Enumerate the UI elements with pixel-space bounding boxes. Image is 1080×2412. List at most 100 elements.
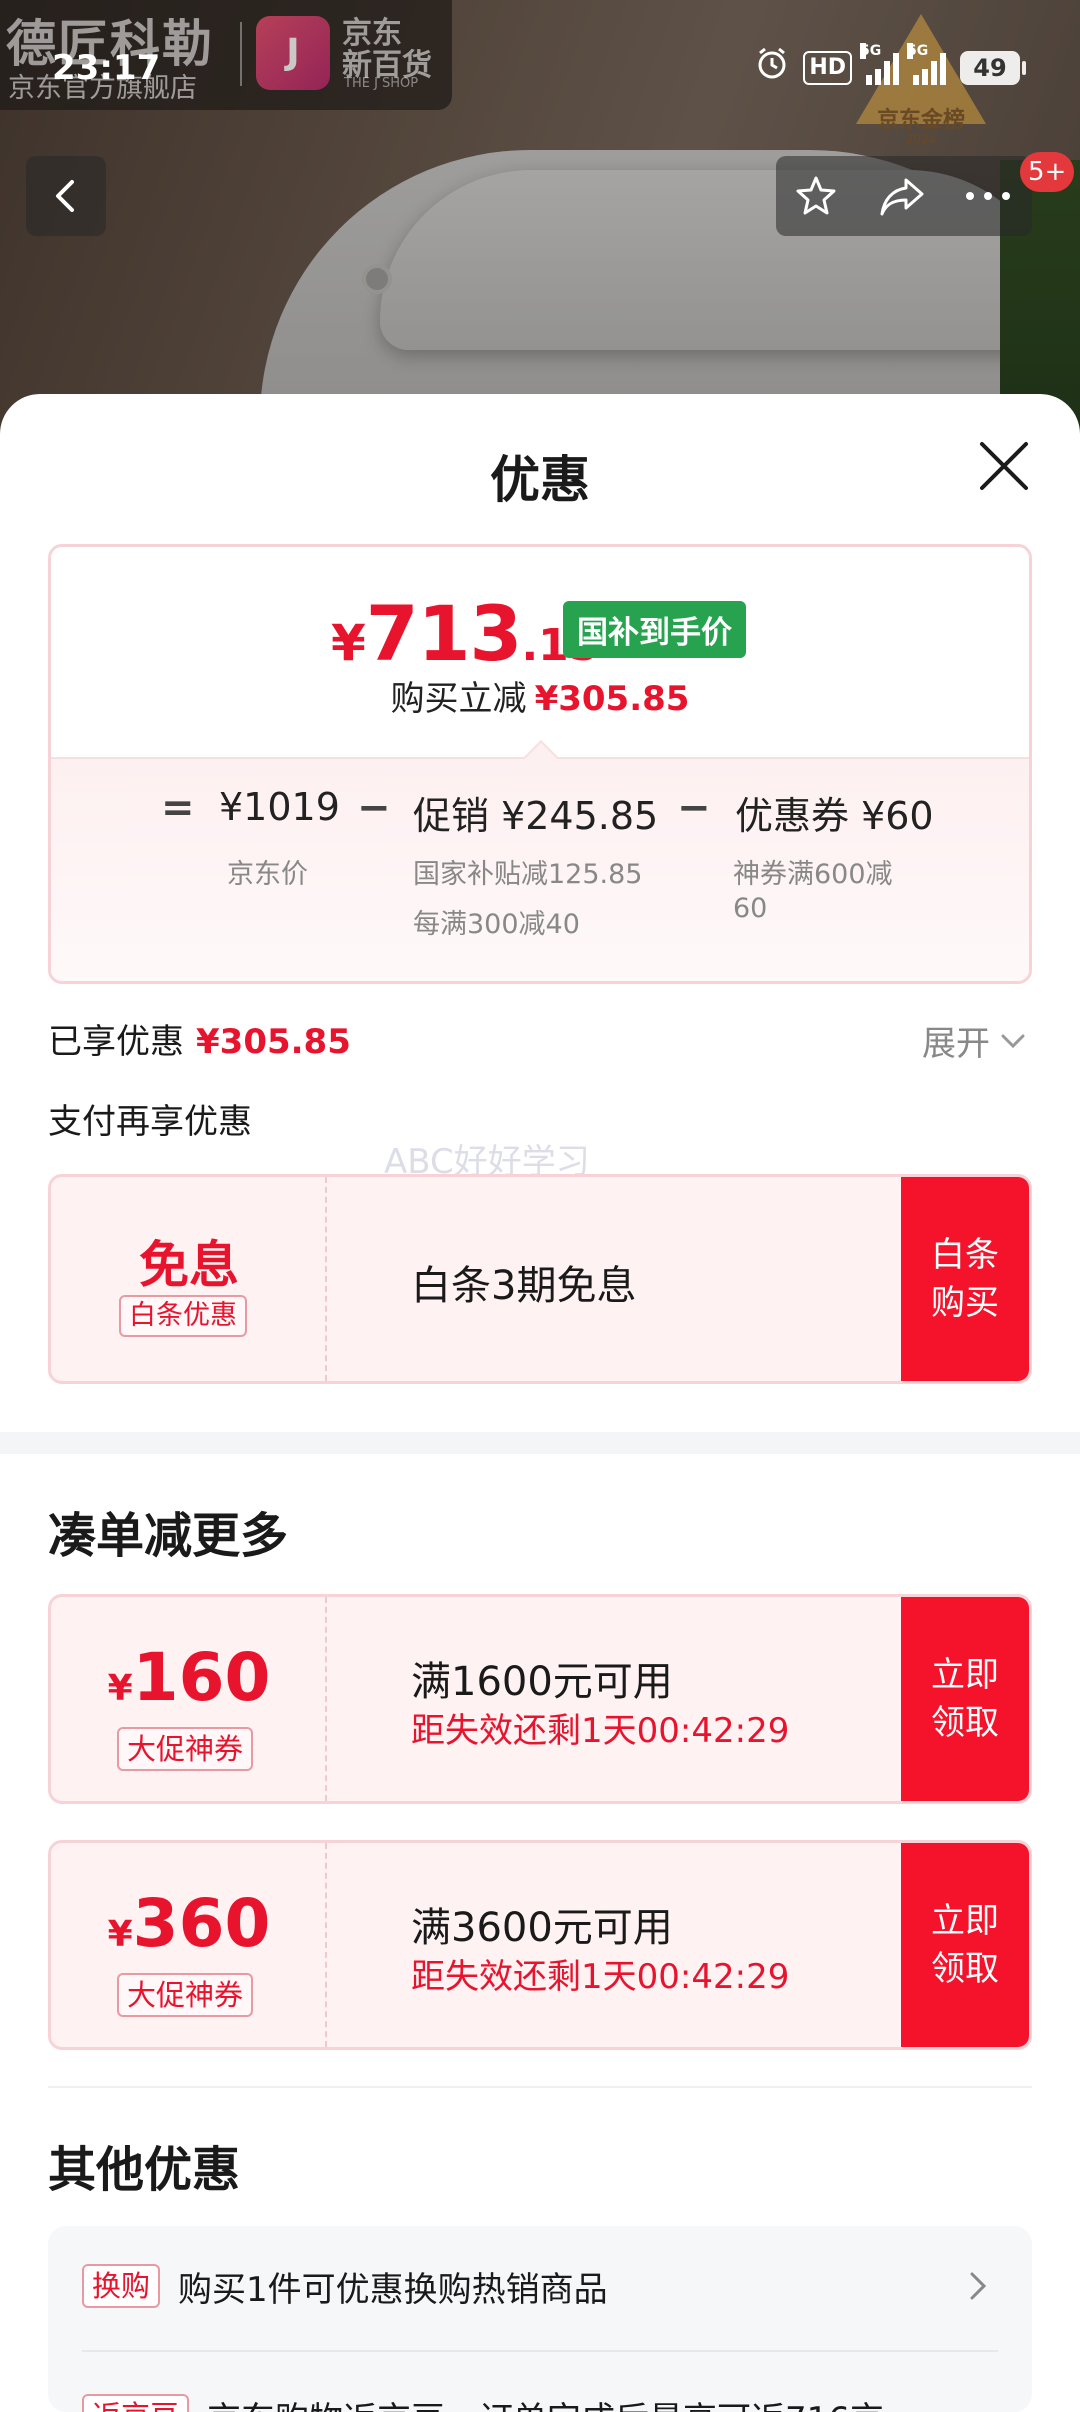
bundle-coupon-1-left: ¥160 大促神券 xyxy=(51,1597,327,1801)
price-formula-area: = ¥1019 − 促销 ¥245.85 − 优惠券 ¥60 京东价 国家补贴减… xyxy=(51,740,1029,981)
jshop-logo-icon: J xyxy=(256,16,330,90)
other-offer-text-1: 购买1件可优惠换购热销商品 xyxy=(178,2269,608,2310)
share-button[interactable] xyxy=(862,156,942,236)
favorite-button[interactable] xyxy=(776,156,856,236)
coupon-value: 优惠券 ¥60 xyxy=(735,794,934,838)
bundle-coupon-1-claim-button[interactable]: 立即 领取 xyxy=(901,1597,1029,1801)
formula-notch xyxy=(524,740,558,774)
reduce-label: 购买立减 xyxy=(390,679,527,719)
pay-more-title: 支付再享优惠 xyxy=(48,1102,252,1142)
bundle-coupon-2-amount: ¥360 xyxy=(51,1885,327,1962)
battery-icon: 49 xyxy=(960,51,1026,85)
sheet-title: 优惠 xyxy=(490,451,590,509)
reduce-line: 购买立减 ¥305.85 xyxy=(51,671,1029,720)
star-icon xyxy=(796,176,836,215)
nav-action-group xyxy=(776,156,1032,236)
other-offer-item-trade-in[interactable]: 换购 购买1件可优惠换购热销商品 xyxy=(82,2226,998,2346)
other-offer-tag-2: 返京豆 xyxy=(82,2394,190,2412)
network-type-label-1: 5G xyxy=(860,43,882,59)
bundle-coupon-1-value: 160 xyxy=(132,1639,271,1716)
close-icon xyxy=(980,442,1028,490)
bundle-coupon-2-claim-button[interactable]: 立即 领取 xyxy=(901,1843,1029,2047)
baitiao-buy-line2: 购买 xyxy=(931,1283,999,1323)
promo-value: 促销 ¥245.85 xyxy=(413,794,659,838)
baitiao-tag: 白条优惠 xyxy=(119,1295,247,1337)
claim-button-2-line1: 立即 xyxy=(931,1901,999,1941)
baitiao-offer-info: 白条3期免息 xyxy=(327,1177,905,1381)
other-offers-list: 换购 购买1件可优惠换购热销商品 返京豆 京东购物返京豆，订单完成后最高可返71… xyxy=(48,2226,1032,2412)
reduce-amount: ¥305.85 xyxy=(534,679,690,719)
cart-count-badge: 5+ xyxy=(1020,152,1075,192)
signal-icon-1: 5G xyxy=(860,43,899,85)
minus-sign-2: − xyxy=(677,785,711,831)
bundle-coupon-1-amount: ¥160 xyxy=(51,1639,327,1716)
status-time: 23:17 xyxy=(52,48,161,88)
jshop-name-line3: THE J SHOP xyxy=(344,76,419,91)
enjoyed-amount: ¥305.85 xyxy=(196,1022,351,1062)
other-offer-item-jingdou[interactable]: 返京豆 京东购物返京豆，订单完成后最高可返716京 xyxy=(82,2356,998,2412)
baitiao-offer-left: 免息 白条优惠 xyxy=(51,1177,327,1381)
chevron-right-icon xyxy=(970,2272,987,2300)
bundle-coupon-2-tag: 大促神券 xyxy=(117,1973,254,2017)
hd-voice-icon: HD xyxy=(803,51,852,85)
price-formula-row: = ¥1019 − 促销 ¥245.85 − 优惠券 ¥60 xyxy=(51,785,1029,845)
award-badge-year: 2024 xyxy=(905,132,937,146)
discount-sheet: 优惠 ¥ 713 .15 国补到手价 购买立减 ¥305.85 = ¥1019 −… xyxy=(0,394,1080,2412)
equals-sign: = xyxy=(161,785,195,831)
expand-label: 展开 xyxy=(922,1024,990,1064)
more-button[interactable] xyxy=(948,156,1028,236)
enjoyed-label: 已享优惠 xyxy=(48,1022,184,1062)
claim-button-1-line1: 立即 xyxy=(931,1655,999,1695)
bundle-coupon-1: ¥160 大促神券 满1600元可用 距失效还剩1天00:42:29 立即领取 xyxy=(48,1594,1032,1804)
bundle-coupon-2-countdown: 距失效还剩1天00:42:29 xyxy=(411,1957,790,1997)
network-type-label-2: 5G xyxy=(907,43,929,59)
baitiao-buy-line1: 白条 xyxy=(931,1235,999,1275)
jd-price-value: ¥1019 xyxy=(219,785,340,829)
baitiao-offer-card: 免息 白条优惠 白条3期免息 白条购买 xyxy=(48,1174,1032,1384)
bundle-coupon-1-countdown: 距失效还剩1天00:42:29 xyxy=(411,1711,790,1751)
bundle-coupon-1-tag: 大促神券 xyxy=(117,1727,254,1771)
baitiao-buy-button[interactable]: 白条 购买 xyxy=(901,1177,1029,1381)
subsidy-badge: 国补到手价 xyxy=(563,601,746,658)
other-offers-divider xyxy=(82,2350,998,2352)
chevron-down-icon xyxy=(1001,1034,1025,1048)
baitiao-offer-text: 白条3期免息 xyxy=(411,1263,637,1309)
minus-sign-1: − xyxy=(357,785,391,831)
alarm-icon xyxy=(755,46,789,91)
bundle-coupon-1-info: 满1600元可用 距失效还剩1天00:42:29 xyxy=(327,1597,905,1801)
other-offer-tag-1: 换购 xyxy=(82,2264,161,2308)
other-section-title: 其他优惠 xyxy=(48,2142,241,2198)
section-separator xyxy=(0,1432,1080,1454)
promo-note-full-reduction: 每满300减40 xyxy=(413,909,580,940)
signal-icon-2: 5G xyxy=(907,43,946,85)
final-price-currency: ¥ xyxy=(331,614,366,672)
coupon-note-line2: 60 xyxy=(733,893,768,924)
store-divider xyxy=(240,22,242,86)
back-button[interactable] xyxy=(26,156,106,236)
status-icons: HD 5G 5G 49 xyxy=(755,43,1026,91)
bundle-coupon-2-left: ¥360 大促神券 xyxy=(51,1843,327,2047)
more-icon xyxy=(966,192,1010,200)
chevron-left-icon xyxy=(56,180,74,212)
claim-button-2-line2: 领取 xyxy=(931,1949,999,1989)
expand-button[interactable]: 展开 xyxy=(922,1016,1026,1065)
bundle-coupon-2-value: 360 xyxy=(132,1885,271,1962)
bundle-section-title: 凑单减更多 xyxy=(48,1508,289,1564)
bundle-coupon-1-condition: 满1600元可用 xyxy=(411,1659,673,1705)
section-divider xyxy=(48,2086,1032,2088)
share-icon xyxy=(880,178,924,216)
jd-price-label: 京东价 xyxy=(227,859,308,890)
award-badge-title: 京东金榜 xyxy=(876,108,965,133)
enjoyed-discount: 已享优惠 ¥305.85 xyxy=(48,1014,351,1063)
other-offer-text-2: 京东购物返京豆，订单完成后最高可返716京 xyxy=(207,2392,884,2412)
price-breakdown-card: ¥ 713 .15 国补到手价 购买立减 ¥305.85 = ¥1019 − 促销… xyxy=(48,544,1032,984)
final-price: ¥ 713 .15 xyxy=(331,589,599,678)
bundle-coupon-2-currency: ¥ xyxy=(107,1914,133,1955)
promo-note-subsidy: 国家补贴减125.85 xyxy=(413,859,643,890)
bundle-coupon-2-condition: 满3600元可用 xyxy=(411,1905,673,1951)
claim-button-1-line2: 领取 xyxy=(931,1703,999,1743)
close-button[interactable] xyxy=(972,434,1036,498)
baitiao-interest-free-label: 免息 xyxy=(139,1236,239,1294)
bundle-coupon-2-info: 满3600元可用 距失效还剩1天00:42:29 xyxy=(327,1843,905,2047)
bundle-coupon-2: ¥360 大促神券 满3600元可用 距失效还剩1天00:42:29 立即领取 xyxy=(48,1840,1032,2050)
